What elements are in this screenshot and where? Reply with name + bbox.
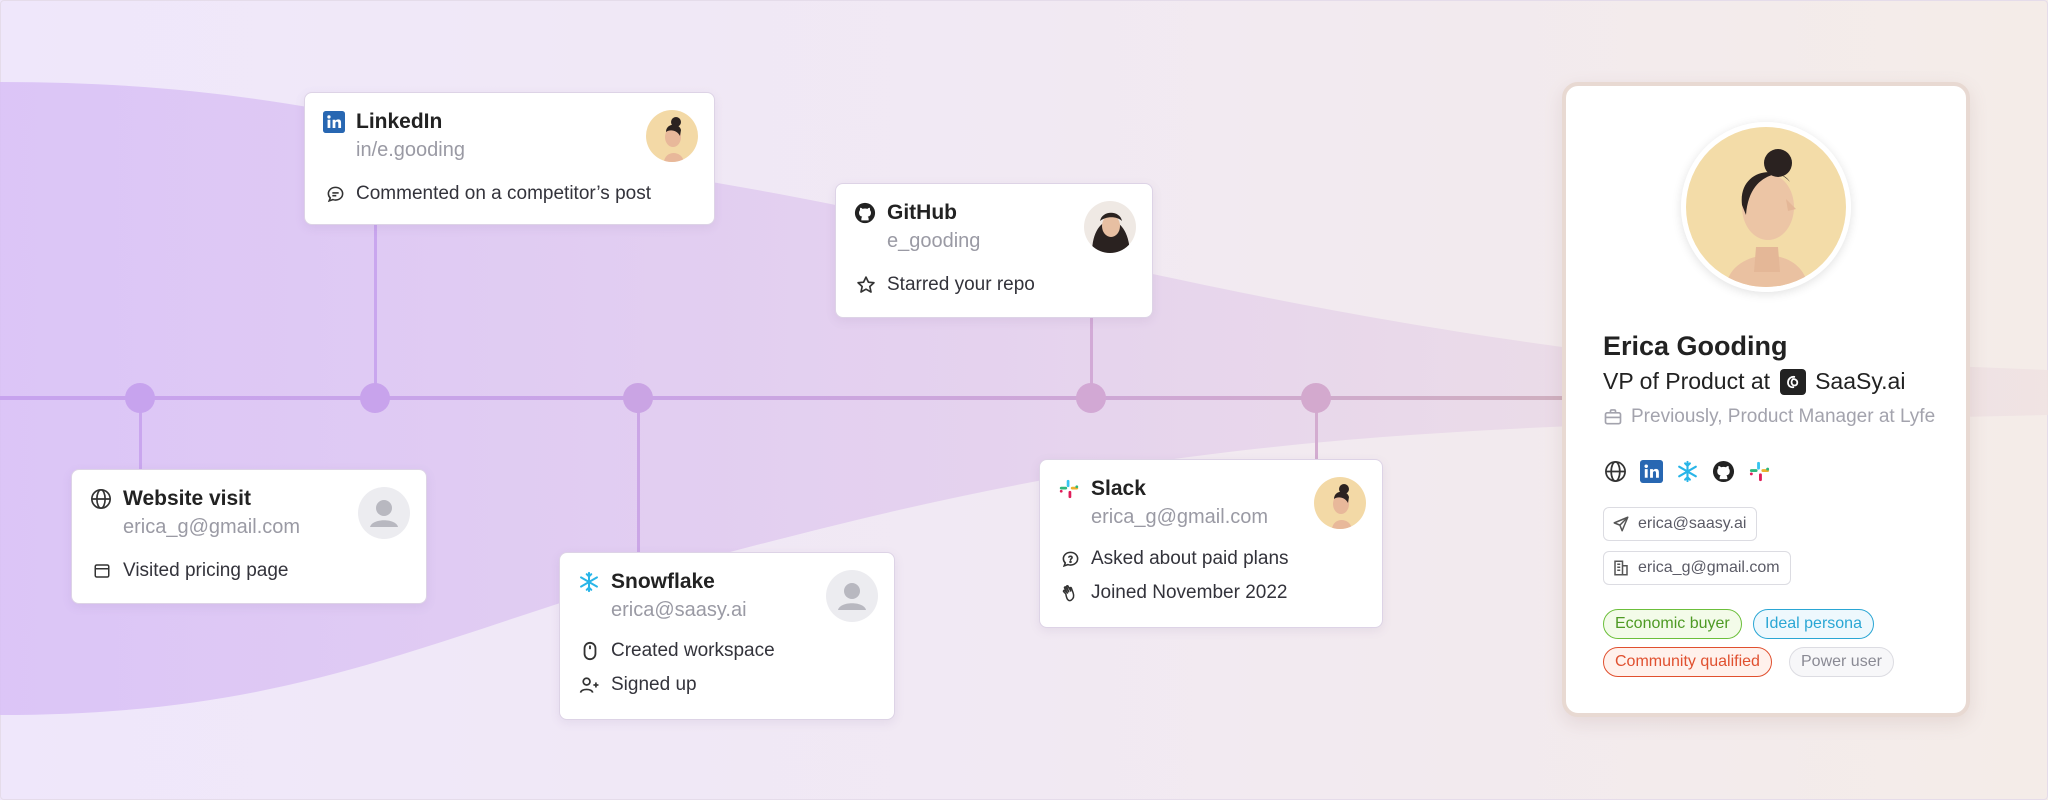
briefcase-icon [1603,407,1623,427]
activity-text: Created workspace [611,640,775,661]
profile-channels [1603,459,1771,483]
slack-icon [1057,477,1081,501]
tag-ideal-persona[interactable]: Ideal persona [1753,609,1874,639]
activity-text: Visited pricing page [123,560,289,581]
profile-role: VP of Product at SaaSy.ai [1603,368,1905,395]
avatar-placeholder [826,570,878,622]
event-handle: in/e.gooding [356,139,465,161]
event-handle: erica_g@gmail.com [123,516,301,538]
activity-text: Commented on a competitor’s post [356,183,652,204]
company-name[interactable]: SaaSy.ai [1815,368,1905,395]
avatar-photo [1314,477,1366,529]
event-card-website[interactable]: Website visit erica_g@gmail.com Visited … [71,469,427,604]
tag-power-user[interactable]: Power user [1789,647,1894,677]
send-icon [1612,515,1630,533]
snowflake-icon [577,570,601,594]
event-card-slack[interactable]: Slack erica_g@gmail.com Asked about paid… [1039,459,1383,628]
email-chip[interactable]: erica@saasy.ai [1603,507,1758,541]
profile-card[interactable]: Erica Gooding VP of Product at SaaSy.ai … [1562,82,1970,717]
profile-previous-role: Previously, Product Manager at Lyfe [1603,406,1935,428]
event-source: Snowflake [611,570,715,593]
github-icon[interactable] [1711,459,1735,483]
browser-window-icon [91,560,113,582]
event-handle: erica_g@gmail.com [1091,506,1269,528]
tag-economic-buyer[interactable]: Economic buyer [1603,609,1742,639]
timeline-point[interactable] [1076,383,1106,413]
snowflake-icon[interactable] [1675,459,1699,483]
wave-hand-icon [1059,582,1081,604]
linkedin-icon [322,110,346,134]
email-text: erica@saasy.ai [1638,515,1747,532]
linkedin-icon[interactable] [1639,459,1663,483]
timeline-line [0,396,1600,400]
star-icon [855,274,877,296]
timeline-point[interactable] [1301,383,1331,413]
event-activity: Signed up [579,674,697,696]
event-card-snowflake[interactable]: Snowflake erica@saasy.ai Created workspa… [559,552,895,720]
globe-icon [89,487,113,511]
profile-name: Erica Gooding [1603,331,1788,361]
timeline-connector [374,222,377,398]
avatar-placeholder [358,487,410,539]
email-chip[interactable]: erica_g@gmail.com [1603,551,1791,585]
event-source: Slack [1091,477,1146,500]
event-source: GitHub [887,201,957,224]
github-icon [853,201,877,225]
slack-icon[interactable] [1747,459,1771,483]
event-activity: Commented on a competitor’s post [324,183,651,205]
event-activity: Visited pricing page [91,560,288,582]
company-logo-icon [1780,368,1807,395]
activity-text: Asked about paid plans [1091,548,1289,569]
avatar-photo [1084,201,1136,253]
mouse-icon [579,640,601,662]
event-card-github[interactable]: GitHub e_gooding Starred your repo [835,183,1153,318]
event-handle: e_gooding [887,230,981,252]
timeline-connector [637,398,640,553]
building-icon [1612,559,1630,577]
email-text: erica_g@gmail.com [1638,559,1780,576]
timeline-point[interactable] [125,383,155,413]
role-text: VP of Product at [1603,368,1771,394]
event-card-linkedin[interactable]: LinkedIn in/e.gooding Commented on a com… [304,92,715,225]
activity-text: Starred your repo [887,274,1035,295]
user-plus-icon [579,674,601,696]
question-bubble-icon [1059,548,1081,570]
event-source: LinkedIn [356,110,443,133]
globe-icon[interactable] [1603,459,1627,483]
timeline-point[interactable] [360,383,390,413]
event-source: Website visit [123,487,251,510]
tag-community-qualified[interactable]: Community qualified [1603,647,1772,677]
profile-avatar [1681,122,1851,292]
avatar-photo [646,110,698,162]
comment-icon [324,183,346,205]
activity-text: Joined November 2022 [1091,582,1288,603]
event-activity: Joined November 2022 [1059,582,1287,604]
event-activity: Asked about paid plans [1059,548,1289,570]
activity-text: Signed up [611,674,697,695]
previous-role-text: Previously, Product Manager at Lyfe [1631,406,1936,427]
event-activity: Created workspace [579,640,775,662]
event-activity: Starred your repo [855,274,1035,296]
event-handle: erica@saasy.ai [611,599,747,621]
timeline-point[interactable] [623,383,653,413]
